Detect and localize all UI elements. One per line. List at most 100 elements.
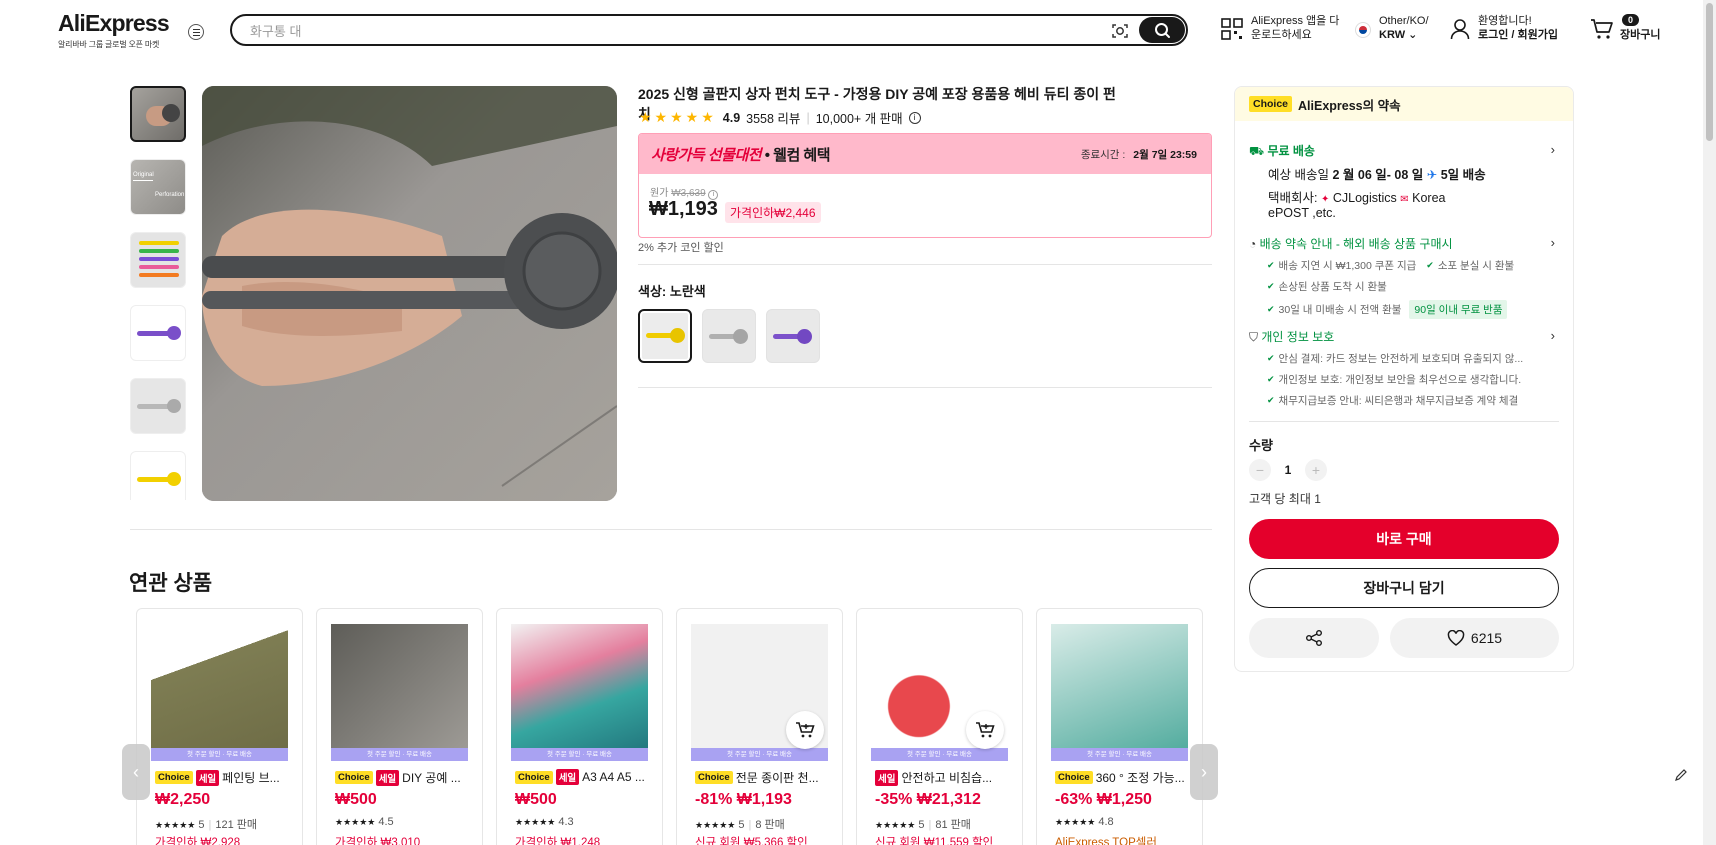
aliexpress-logo[interactable]: AliExpress 알리바바 그룹 글로벌 오픈 마켓 [58,10,170,50]
related-product-rating: ★★★★★ 4.5 [335,816,394,828]
related-product-image[interactable] [331,624,468,761]
buy-now-button[interactable]: 바로 구매 [1249,519,1559,559]
current-price: ₩1,193 [649,198,718,220]
search-input[interactable] [250,21,1070,41]
carousel-next-button[interactable]: › [1190,744,1218,800]
chevron-right-icon[interactable]: › [1551,142,1555,157]
increase-qty-button[interactable]: + [1305,459,1327,481]
thumbnail-2[interactable]: Original Perforation [130,159,186,215]
feedback-edit-button[interactable] [1668,762,1694,788]
related-product-name[interactable]: Choice 세일 페인팅 브... [155,769,295,786]
promise-text: 배송 지연 시 ₩1,300 쿠폰 지급 [1278,260,1417,272]
main-product-image[interactable] [202,86,617,501]
rating-stars-icon: ★★★★★ [695,820,736,830]
check-icon: ✔ [1267,304,1275,314]
promise-item: ✔ 배송 지연 시 ₩1,300 쿠폰 지급 ✔ 소포 분실 시 환불 [1267,258,1514,273]
free-shipping-row[interactable]: ⛟ 무료 배송 [1249,142,1315,160]
privacy-row[interactable]: ⛉ 개인 정보 보호 [1249,328,1334,345]
rating-stars-icon: ★★★★★ [639,109,717,125]
delivery-promise-row[interactable]: ◔ 배송 약속 안내 - 해외 배송 상품 구매시 [1249,235,1453,252]
search-button[interactable] [1139,17,1185,43]
related-product-price: -63% ₩1,250 [1055,791,1152,808]
promo-end-label: 종료시간 : [1080,148,1126,161]
thumbnail-4[interactable] [130,305,186,361]
delivery-promise-title: 배송 약속 안내 - 해외 배송 상품 구매시 [1259,237,1453,251]
add-to-cart-button[interactable]: 장바구니 담기 [1249,568,1559,608]
thumbnail-1[interactable] [130,86,186,142]
promo-strip: 첫 주문 할인 · 무료 배송 [1051,748,1188,761]
pencil-icon [1675,769,1687,781]
related-product-rating: ★★★★★ 4.3 [515,816,574,828]
user-icon [1450,19,1470,40]
privacy-title: 개인 정보 보호 [1261,330,1335,344]
promo-strip: 첫 주문 할인 · 무료 배송 [871,748,1008,761]
info-icon[interactable]: i [908,111,921,124]
related-product-name[interactable]: 세일 안전하고 비침습... [875,769,1015,786]
chevron-right-icon: › [1201,761,1207,782]
image-search-icon[interactable] [1110,21,1130,41]
cj-logo-icon: ✦ [1320,194,1330,205]
account-menu[interactable]: 환영합니다! 로그인 / 회원가입 [1450,14,1558,42]
related-product-title: 페인팅 브... [222,771,280,785]
swatch-purple[interactable] [766,309,820,363]
related-product-rating: ★★★★★ 4.8 [1055,816,1114,828]
share-button[interactable] [1249,618,1379,658]
promise-text: 30일 내 미배송 시 전액 환불 [1278,304,1402,316]
privacy-item: ✔ 개인정보 보호: 개인정보 보안을 최우선으로 생각합니다. [1267,372,1521,387]
swatch-yellow[interactable] [638,309,692,363]
rating-value: 4.3 [558,816,574,828]
carousel-prev-button[interactable]: ‹ [122,744,150,800]
related-product-image[interactable] [511,624,648,761]
review-count[interactable]: 3558 리뷰 [746,108,800,127]
thumbnail-3[interactable] [130,232,186,288]
related-product-name[interactable]: Choice 360 ° 조정 가능... [1055,769,1195,786]
thumbnail-6[interactable] [130,451,186,500]
chevron-right-icon[interactable]: › [1551,235,1555,250]
thumbnail-5[interactable] [130,378,186,434]
related-product-rating: ★★★★★ 5 | 8 판매 [695,816,785,832]
promo-strip: 첫 주문 할인 · 무료 배송 [331,748,468,761]
related-product-extra: AliExpress TOP셀러 [1055,837,1157,845]
related-product-name[interactable]: Choice 전문 종이판 천... [695,769,835,786]
sale-badge: 세일 [555,769,580,785]
related-product-title: 전문 종이판 천... [735,771,819,785]
related-product-image[interactable] [1051,624,1188,761]
related-product-name[interactable]: Choice 세일 DIY 공예 ... [335,769,475,786]
menu-icon[interactable] [188,24,204,40]
quantity-value[interactable]: 1 [1279,463,1297,477]
scrollbar-thumb[interactable] [1706,3,1713,141]
related-product-card[interactable]: 첫 주문 할인 · 무료 배송 Choice 세일 A3 A4 A5 ... ₩500 ★… [496,608,663,845]
quick-add-cart-button[interactable] [966,711,1004,749]
related-product-image[interactable] [151,624,288,761]
app-download-link[interactable]: AliExpress 앱을 다 운로드하세요 [1221,14,1339,42]
related-product-card[interactable]: 첫 주문 할인 · 무료 배송 Choice 전문 종이판 천... -81% ₩1,… [676,608,843,845]
sale-badge: 세일 [875,769,899,786]
check-icon: ✔ [1267,281,1275,291]
choice-badge: Choice [695,771,733,784]
related-product-extra: 신규 회원 ₩11,559 할인 [875,837,994,845]
region-selector[interactable]: Other/KO/ KRW ⌄ [1355,14,1429,42]
chevron-right-icon[interactable]: › [1551,328,1555,343]
welcome-text: 환영합니다! [1478,15,1532,27]
wishlist-button[interactable]: 6215 [1390,618,1559,658]
coin-discount: 2% 추가 코인 할인 [638,242,724,254]
cart-label: 장바구니 [1620,29,1661,41]
quantity-label: 수량 [1249,438,1273,453]
related-product-card[interactable]: 첫 주문 할인 · 무료 배송 세일 안전하고 비침습... -35% ₩21,312… [856,608,1023,845]
related-product-card[interactable]: 첫 주문 할인 · 무료 배송 Choice 360 ° 조정 가능... -63% … [1036,608,1203,845]
quick-add-cart-button[interactable] [786,711,824,749]
decrease-qty-button[interactable]: − [1249,459,1271,481]
delivery-dates: 2 월 06 일- 08 일 [1332,168,1424,182]
page-scrollbar[interactable] [1703,0,1716,845]
swatch-gray[interactable] [702,309,756,363]
related-product-card[interactable]: 첫 주문 할인 · 무료 배송 Choice 세일 페인팅 브... ₩2,250 ★★★… [136,608,303,845]
promo-strip: 첫 주문 할인 · 무료 배송 [151,748,288,761]
related-product-price: ₩500 [335,791,377,808]
related-product-name[interactable]: Choice 세일 A3 A4 A5 ... [515,769,655,785]
related-product-rating: ★★★★★ 5 | 81 판매 [875,816,971,832]
login-signup-link[interactable]: 로그인 / 회원가입 [1478,28,1558,42]
discount-badge: 가격인하₩2,446 [725,202,821,223]
related-product-rating: ★★★★★ 5 | 121 판매 [155,816,257,832]
check-icon: ✔ [1426,260,1434,270]
related-product-card[interactable]: 첫 주문 할인 · 무료 배송 Choice 세일 DIY 공예 ... ₩500 ★★★… [316,608,483,845]
